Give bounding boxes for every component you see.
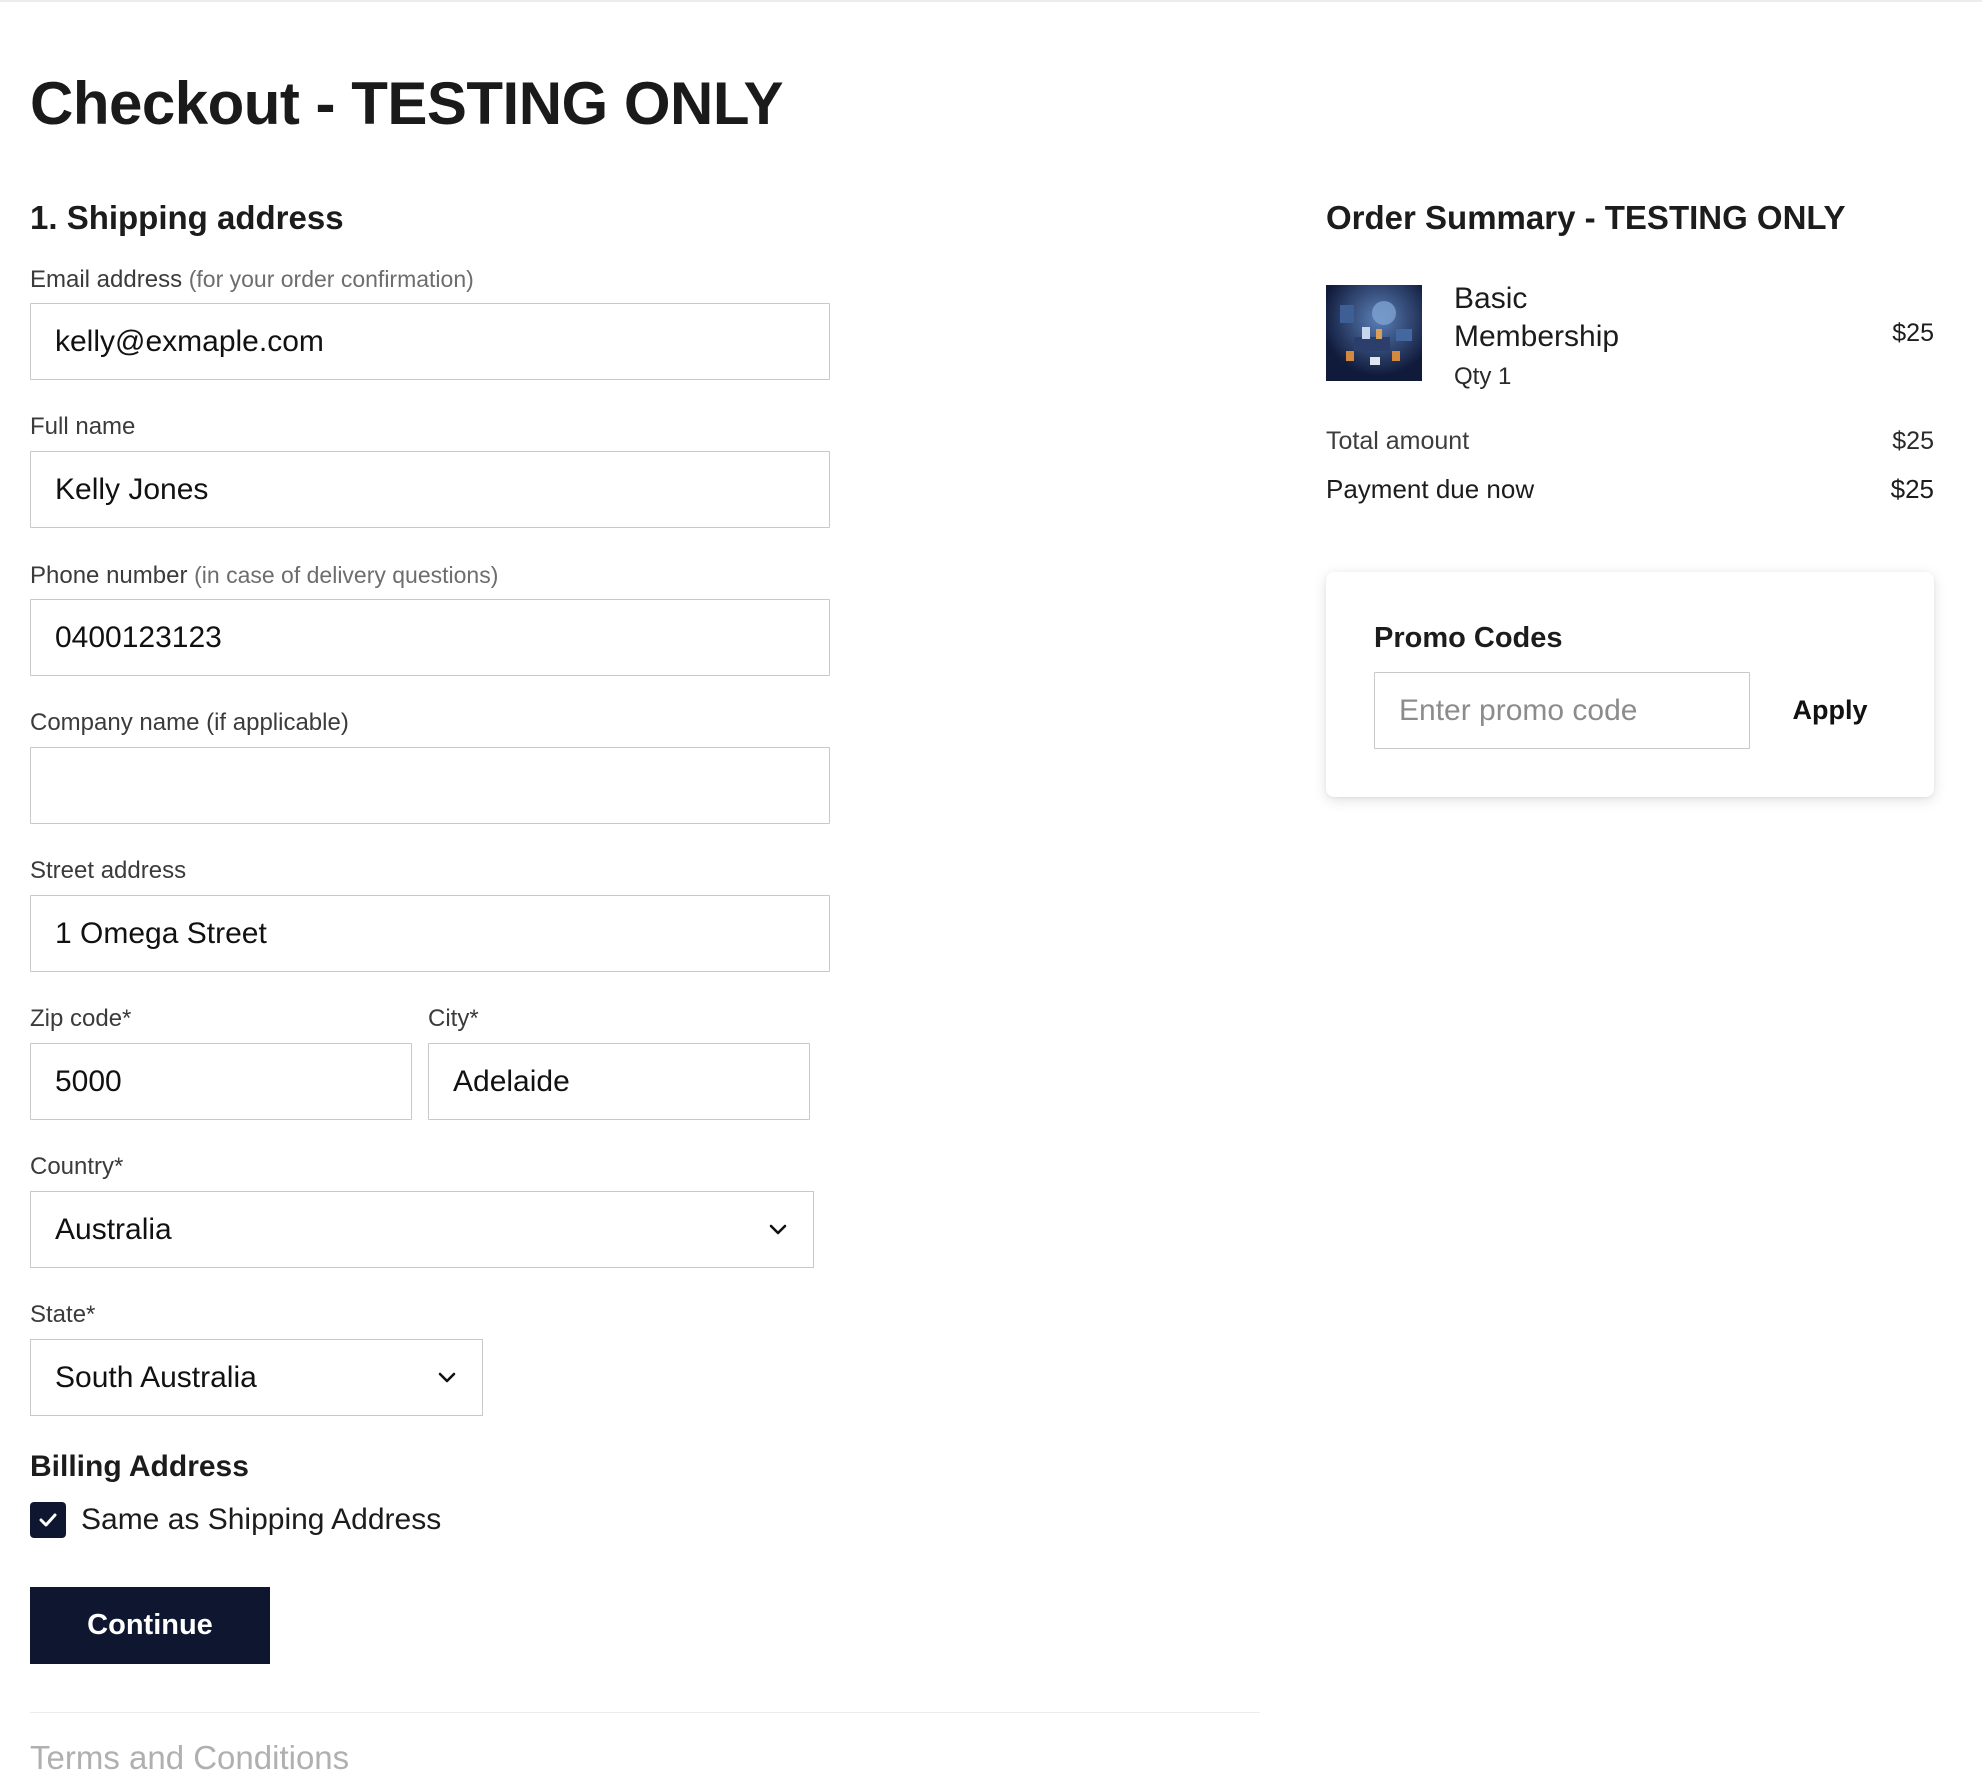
- product-name: Basic Membership: [1454, 282, 1620, 353]
- footer-divider: [30, 1712, 1260, 1713]
- state-label: State*: [30, 1301, 96, 1328]
- product-price: $25: [1892, 319, 1934, 347]
- email-label: Email address (for your order confirmati…: [30, 264, 474, 295]
- top-divider: [0, 0, 1982, 3]
- email-field[interactable]: [30, 303, 830, 380]
- chevron-down-icon: [436, 1367, 458, 1389]
- city-label: City*: [428, 1005, 479, 1032]
- order-summary-title: Order Summary - TESTING ONLY: [1326, 199, 1846, 236]
- chevron-down-icon: [767, 1219, 789, 1241]
- full-name-label: Full name: [30, 413, 136, 440]
- street-field[interactable]: [30, 895, 830, 972]
- promo-codes-card: Promo Codes Apply: [1326, 572, 1934, 797]
- zip-field[interactable]: [30, 1043, 412, 1120]
- product-quantity: Qty 1: [1454, 363, 1512, 390]
- phone-label-text: Phone number: [30, 562, 188, 589]
- same-as-shipping-checkbox[interactable]: [30, 1502, 66, 1538]
- promo-codes-title: Promo Codes: [1374, 622, 1563, 654]
- same-as-shipping-label[interactable]: Same as Shipping Address: [81, 1502, 441, 1538]
- zip-label: Zip code*: [30, 1005, 132, 1032]
- total-amount-value: $25: [1892, 427, 1934, 455]
- shipping-section-title: 1. Shipping address: [30, 199, 344, 236]
- phone-label-hint: (in case of delivery questions): [194, 562, 499, 588]
- promo-code-input[interactable]: [1374, 672, 1750, 749]
- checkmark-icon: [39, 1513, 57, 1527]
- city-field[interactable]: [428, 1043, 810, 1120]
- company-label: Company name (if applicable): [30, 709, 349, 736]
- product-thumbnail-icon: [1326, 285, 1422, 381]
- billing-address-title: Billing Address: [30, 1450, 249, 1483]
- country-select[interactable]: Australia: [30, 1191, 814, 1268]
- street-label: Street address: [30, 857, 187, 884]
- apply-promo-button[interactable]: Apply: [1760, 672, 1900, 749]
- country-label: Country*: [30, 1153, 124, 1180]
- state-selected-value: South Australia: [55, 1360, 257, 1394]
- total-amount-label: Total amount: [1326, 427, 1470, 455]
- page-title: Checkout - TESTING ONLY: [30, 70, 784, 137]
- company-field[interactable]: [30, 747, 830, 824]
- payment-due-label: Payment due now: [1326, 474, 1535, 504]
- state-select[interactable]: South Australia: [30, 1339, 483, 1416]
- product-thumbnail: [1326, 285, 1422, 381]
- country-selected-value: Australia: [55, 1212, 172, 1246]
- continue-button[interactable]: Continue: [30, 1587, 270, 1664]
- phone-label: Phone number (in case of delivery questi…: [30, 560, 498, 591]
- terms-and-conditions-link[interactable]: Terms and Conditions: [30, 1736, 349, 1780]
- email-label-hint: (for your order confirmation): [188, 266, 474, 292]
- email-label-text: Email address: [30, 266, 183, 293]
- payment-due-value: $25: [1890, 474, 1934, 504]
- phone-field[interactable]: [30, 599, 830, 676]
- full-name-field[interactable]: [30, 451, 830, 528]
